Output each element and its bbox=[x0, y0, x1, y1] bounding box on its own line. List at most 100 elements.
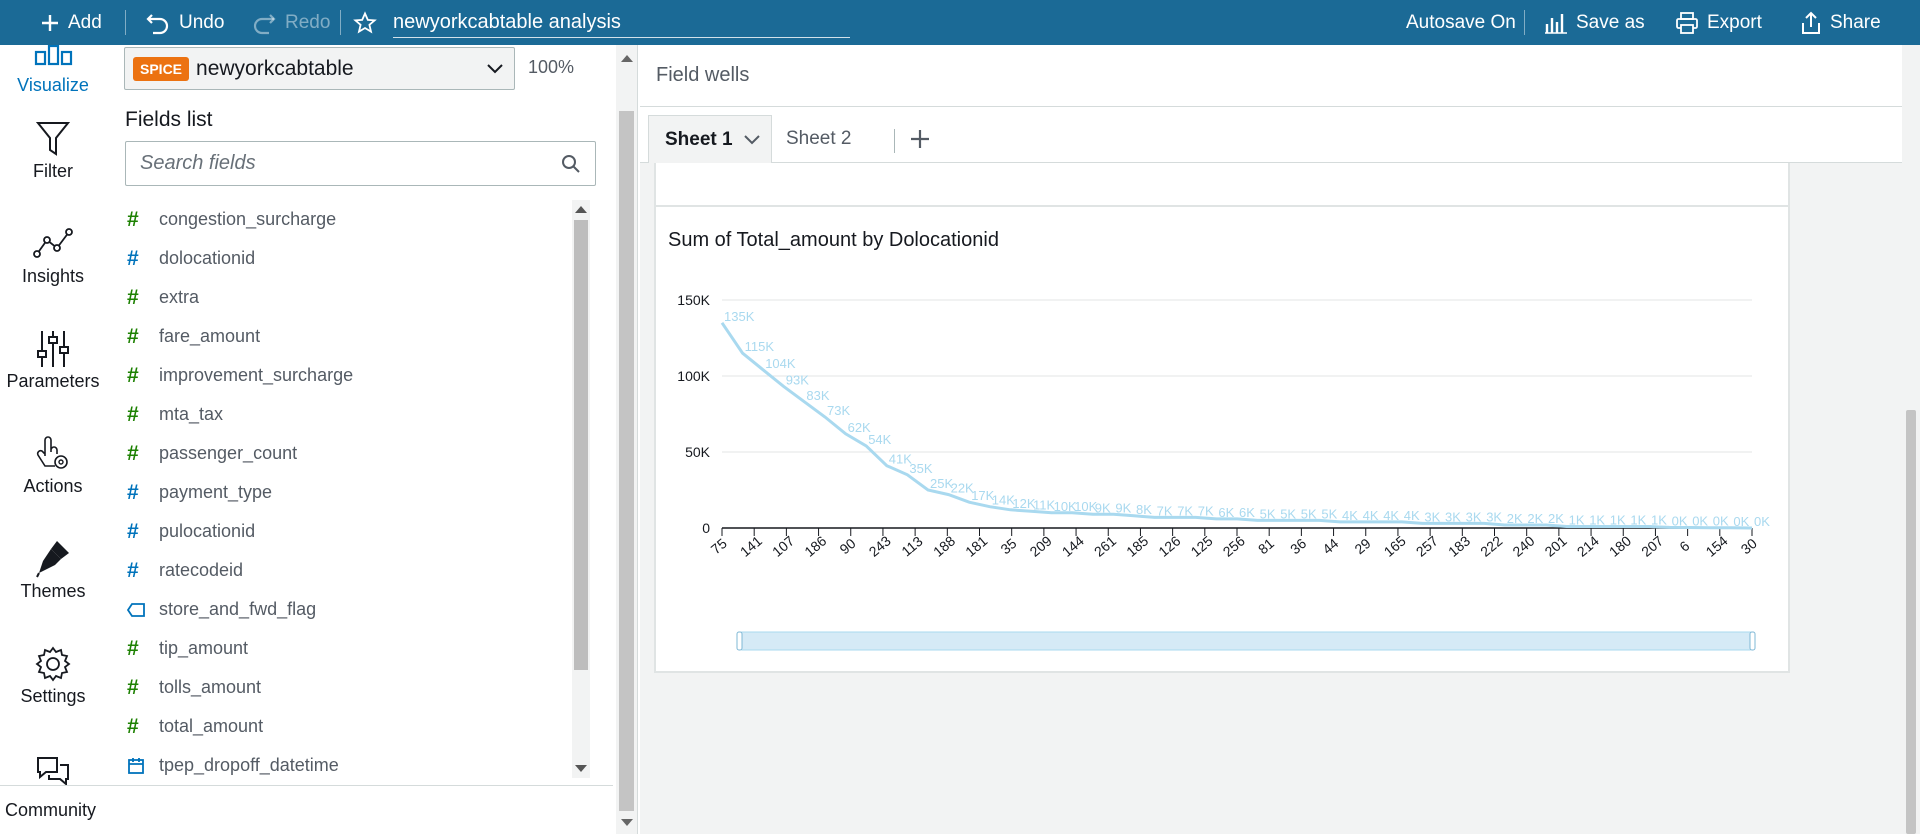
main-scrollbar[interactable] bbox=[1902, 45, 1920, 834]
tab-sheet-2[interactable]: Sheet 2 bbox=[786, 115, 852, 163]
add-label: Add bbox=[68, 11, 102, 33]
x-tick-label: 107 bbox=[769, 532, 797, 559]
undo-button[interactable]: Undo bbox=[145, 0, 224, 45]
add-button[interactable]: Add bbox=[40, 0, 102, 45]
left-icon-rail: Visualize Filter Insights Parameters Act… bbox=[0, 45, 106, 834]
export-button[interactable]: Export bbox=[1675, 0, 1762, 45]
field-item[interactable]: # tip_amount bbox=[125, 629, 565, 668]
scroll-thumb[interactable] bbox=[619, 111, 634, 811]
data-label: 2K bbox=[1548, 511, 1564, 526]
field-item[interactable]: # dolocationid bbox=[125, 239, 565, 278]
data-label: 4K bbox=[1383, 508, 1399, 523]
insights-icon bbox=[33, 222, 73, 266]
scroll-thumb[interactable] bbox=[1906, 410, 1916, 834]
field-name: tolls_amount bbox=[159, 677, 262, 697]
redo-button[interactable]: Redo bbox=[251, 0, 330, 45]
redo-label: Redo bbox=[285, 11, 331, 33]
data-label: 7K bbox=[1157, 503, 1173, 518]
analysis-title-input[interactable]: newyorkcabtable analysis bbox=[393, 6, 850, 38]
x-tick-label: 257 bbox=[1413, 532, 1441, 559]
search-fields-input[interactable]: Search fields bbox=[125, 141, 596, 186]
data-label: 1K bbox=[1610, 512, 1626, 527]
y-tick-label: 50K bbox=[685, 444, 711, 460]
field-item[interactable]: # congestion_surcharge bbox=[125, 200, 565, 239]
top-toolbar: Add Undo Redo newyorkcabtable analysis A… bbox=[0, 0, 1920, 45]
field-wells-bar[interactable]: Field wells bbox=[640, 45, 1920, 107]
scroll-up-arrow[interactable] bbox=[621, 55, 633, 62]
rail-item-community[interactable]: Community bbox=[0, 785, 613, 834]
add-sheet-button[interactable] bbox=[904, 123, 936, 155]
measure-hash-icon: # bbox=[127, 402, 139, 426]
tab-sheet-1[interactable]: Sheet 1 bbox=[648, 115, 772, 163]
rail-label: Insights bbox=[21, 266, 85, 286]
main-canvas: Field wells Sheet 1 Sheet 2 Sum of Total… bbox=[640, 45, 1920, 834]
dataset-name: newyorkcabtable bbox=[196, 56, 354, 80]
search-icon bbox=[562, 154, 580, 173]
scroll-thumb[interactable] bbox=[574, 220, 588, 670]
data-label: 0K bbox=[1754, 514, 1770, 529]
undo-icon bbox=[146, 13, 169, 34]
spice-percent: 100% bbox=[528, 57, 575, 77]
data-label: 0K bbox=[1713, 514, 1729, 529]
field-item[interactable]: store_and_fwd_flag bbox=[125, 590, 565, 629]
data-label: 7K bbox=[1198, 503, 1214, 518]
field-name: tpep_dropoff_datetime bbox=[159, 755, 339, 775]
rail-label: Visualize bbox=[17, 75, 89, 95]
sheet-tabs: Sheet 1 Sheet 2 bbox=[640, 107, 1920, 163]
scroll-down-arrow[interactable] bbox=[575, 765, 587, 772]
data-label: 83K bbox=[806, 388, 829, 403]
data-label: 2K bbox=[1527, 511, 1543, 526]
x-tick-label: 29 bbox=[1351, 535, 1373, 557]
x-tick-label: 256 bbox=[1220, 532, 1248, 559]
field-item[interactable]: # mta_tax bbox=[125, 395, 565, 434]
data-label: 1K bbox=[1630, 512, 1646, 527]
fields-list-title: Fields list bbox=[125, 108, 213, 131]
save-as-button[interactable]: Save as bbox=[1544, 0, 1645, 45]
field-item[interactable]: # total_amount bbox=[125, 707, 565, 746]
rail-item-parameters[interactable]: Parameters bbox=[0, 327, 106, 392]
data-label: 5K bbox=[1260, 506, 1276, 521]
share-label: Share bbox=[1830, 11, 1881, 33]
rail-item-settings[interactable]: Settings bbox=[0, 642, 106, 707]
field-item[interactable]: # fare_amount bbox=[125, 317, 565, 356]
field-item[interactable]: # ratecodeid bbox=[125, 551, 565, 590]
field-item[interactable]: # improvement_surcharge bbox=[125, 356, 565, 395]
tab-divider bbox=[894, 129, 895, 153]
field-item[interactable]: # extra bbox=[125, 278, 565, 317]
share-button[interactable]: Share bbox=[1800, 0, 1881, 45]
chevron-down-icon[interactable] bbox=[743, 134, 761, 146]
field-name: mta_tax bbox=[159, 404, 224, 424]
data-label: 7K bbox=[1177, 503, 1193, 518]
field-item[interactable]: # passenger_count bbox=[125, 434, 565, 473]
rail-item-themes[interactable]: Themes bbox=[0, 537, 106, 602]
gear-icon bbox=[35, 642, 71, 686]
field-item[interactable]: tpep_dropoff_datetime bbox=[125, 746, 565, 775]
field-name: fare_amount bbox=[159, 326, 261, 346]
favorite-star-button[interactable] bbox=[353, 0, 377, 45]
rail-label: Filter bbox=[33, 161, 73, 181]
autosave-toggle[interactable]: Autosave On bbox=[1406, 0, 1516, 45]
field-name: pulocationid bbox=[159, 521, 256, 541]
panel-scrollbar[interactable] bbox=[616, 45, 637, 834]
scroll-up-arrow[interactable] bbox=[575, 206, 587, 213]
rail-item-visualize[interactable]: Visualize bbox=[0, 45, 106, 96]
line-chart-visual[interactable]: Sum of Total_amount by Dolocationid 0 50K… bbox=[654, 205, 1790, 673]
data-label: 3K bbox=[1424, 509, 1440, 524]
field-item[interactable]: # payment_type bbox=[125, 473, 565, 512]
field-item[interactable]: # pulocationid bbox=[125, 512, 565, 551]
x-tick-label: 183 bbox=[1445, 532, 1473, 559]
field-name: total_amount bbox=[159, 716, 264, 736]
dataset-select[interactable]: SPICE newyorkcabtable bbox=[124, 47, 515, 90]
x-tick-label: 209 bbox=[1027, 532, 1055, 559]
scroll-down-arrow[interactable] bbox=[621, 819, 633, 826]
field-item[interactable]: # tolls_amount bbox=[125, 668, 565, 707]
share-icon bbox=[1802, 11, 1820, 34]
x-tick-label: 154 bbox=[1703, 532, 1731, 559]
data-label: 4K bbox=[1363, 508, 1379, 523]
field-name: improvement_surcharge bbox=[159, 365, 354, 385]
redo-icon bbox=[253, 13, 276, 34]
rail-item-insights[interactable]: Insights bbox=[0, 222, 106, 287]
rail-item-filter[interactable]: Filter bbox=[0, 117, 106, 182]
field-list-scrollbar[interactable] bbox=[572, 200, 590, 778]
rail-item-actions[interactable]: Actions bbox=[0, 432, 106, 497]
